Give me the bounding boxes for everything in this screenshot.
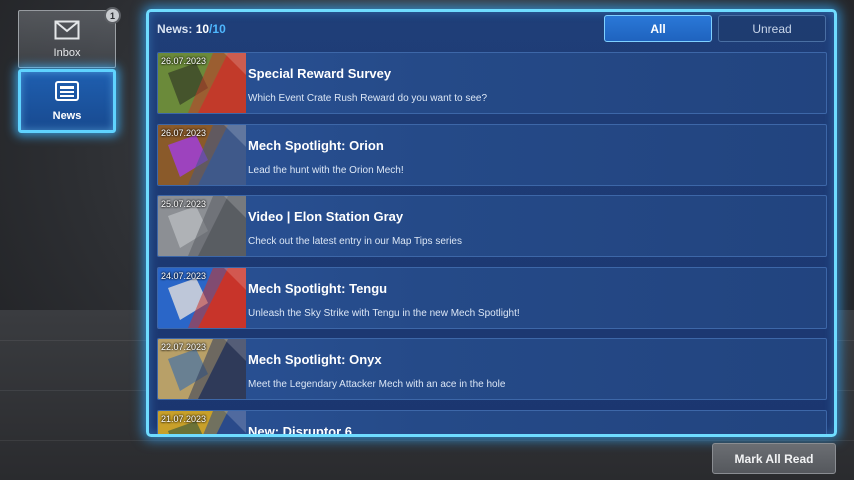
tab-unread[interactable]: Unread — [718, 15, 826, 42]
floor-line — [0, 440, 854, 441]
news-description: Unleash the Sky Strike with Tengu in the… — [248, 307, 520, 319]
news-thumbnail: 21.07.2023 — [158, 411, 246, 434]
news-list-item[interactable]: 26.07.2023 Special Reward Survey Which Eve… — [157, 52, 827, 114]
news-title: Video | Elon Station Gray — [248, 209, 404, 225]
news-date: 26.07.2023 — [161, 56, 207, 66]
news-count-header: News: 10/10 — [157, 22, 226, 36]
news-description: Meet the Legendary Attacker Mech with an… — [248, 379, 506, 391]
news-date: 21.07.2023 — [161, 414, 207, 424]
news-date: 22.07.2023 — [161, 342, 207, 353]
news-date: 24.07.2023 — [161, 270, 207, 281]
news-list-item[interactable]: 22.07.2023 Mech Spotlight: Onyx Meet the L… — [157, 338, 827, 401]
filter-tabs: All Unread — [604, 15, 826, 42]
tab-all[interactable]: All — [604, 15, 712, 42]
news-thumbnail: 26.07.2023 — [158, 124, 246, 185]
news-heading: News: — [157, 22, 193, 36]
mark-all-read-button[interactable]: Mark All Read — [712, 443, 836, 474]
envelope-icon — [54, 20, 80, 45]
news-thumbnail: 26.07.2023 — [158, 53, 246, 113]
news-description: Which Event Crate Rush Reward do you wan… — [248, 93, 488, 104]
news-date: 26.07.2023 — [161, 127, 207, 138]
news-date: 25.07.2023 — [161, 199, 207, 210]
news-thumbnail: 25.07.2023 — [158, 196, 246, 257]
news-list-item[interactable]: 26.07.2023 Mech Spotlight: Orion Lead the … — [157, 123, 827, 186]
news-description: Check out the latest entry in our Map Ti… — [248, 236, 462, 248]
news-title: Mech Spotlight: Orion — [248, 137, 384, 153]
news-thumbnail: 22.07.2023 — [158, 339, 246, 400]
sidebar-item-inbox[interactable]: Inbox 1 — [18, 7, 121, 68]
news-list-item[interactable]: 25.07.2023 Video | Elon Station Gray Check… — [157, 195, 827, 258]
sidebar-item-label: News — [52, 110, 82, 122]
news-description: Lead the hunt with the Orion Mech! — [248, 164, 404, 176]
news-title: Mech Spotlight: Tengu — [248, 280, 388, 296]
news-panel: News: 10/10 All Unread 26.07.2023 Special… — [146, 9, 837, 437]
news-thumbnail: 24.07.2023 — [158, 267, 246, 328]
news-list-item[interactable]: 24.07.2023 Mech Spotlight: Tengu Unleash t… — [157, 266, 827, 329]
unread-count-badge: 1 — [104, 7, 121, 24]
sidebar-item-label: Inbox — [53, 46, 81, 59]
news-title: New: Disruptor 6 — [248, 424, 353, 436]
newspaper-icon — [54, 80, 80, 107]
news-list-item[interactable]: 21.07.2023 New: Disruptor 6 — [157, 410, 827, 436]
news-title: Special Reward Survey — [248, 66, 392, 81]
sidebar-item-news[interactable]: News — [18, 69, 116, 133]
news-total: 10 — [212, 22, 226, 36]
news-count: 10 — [195, 22, 210, 36]
news-list: 26.07.2023 Special Reward Survey Which Eve… — [157, 52, 827, 436]
news-title: Mech Spotlight: Onyx — [248, 352, 382, 368]
